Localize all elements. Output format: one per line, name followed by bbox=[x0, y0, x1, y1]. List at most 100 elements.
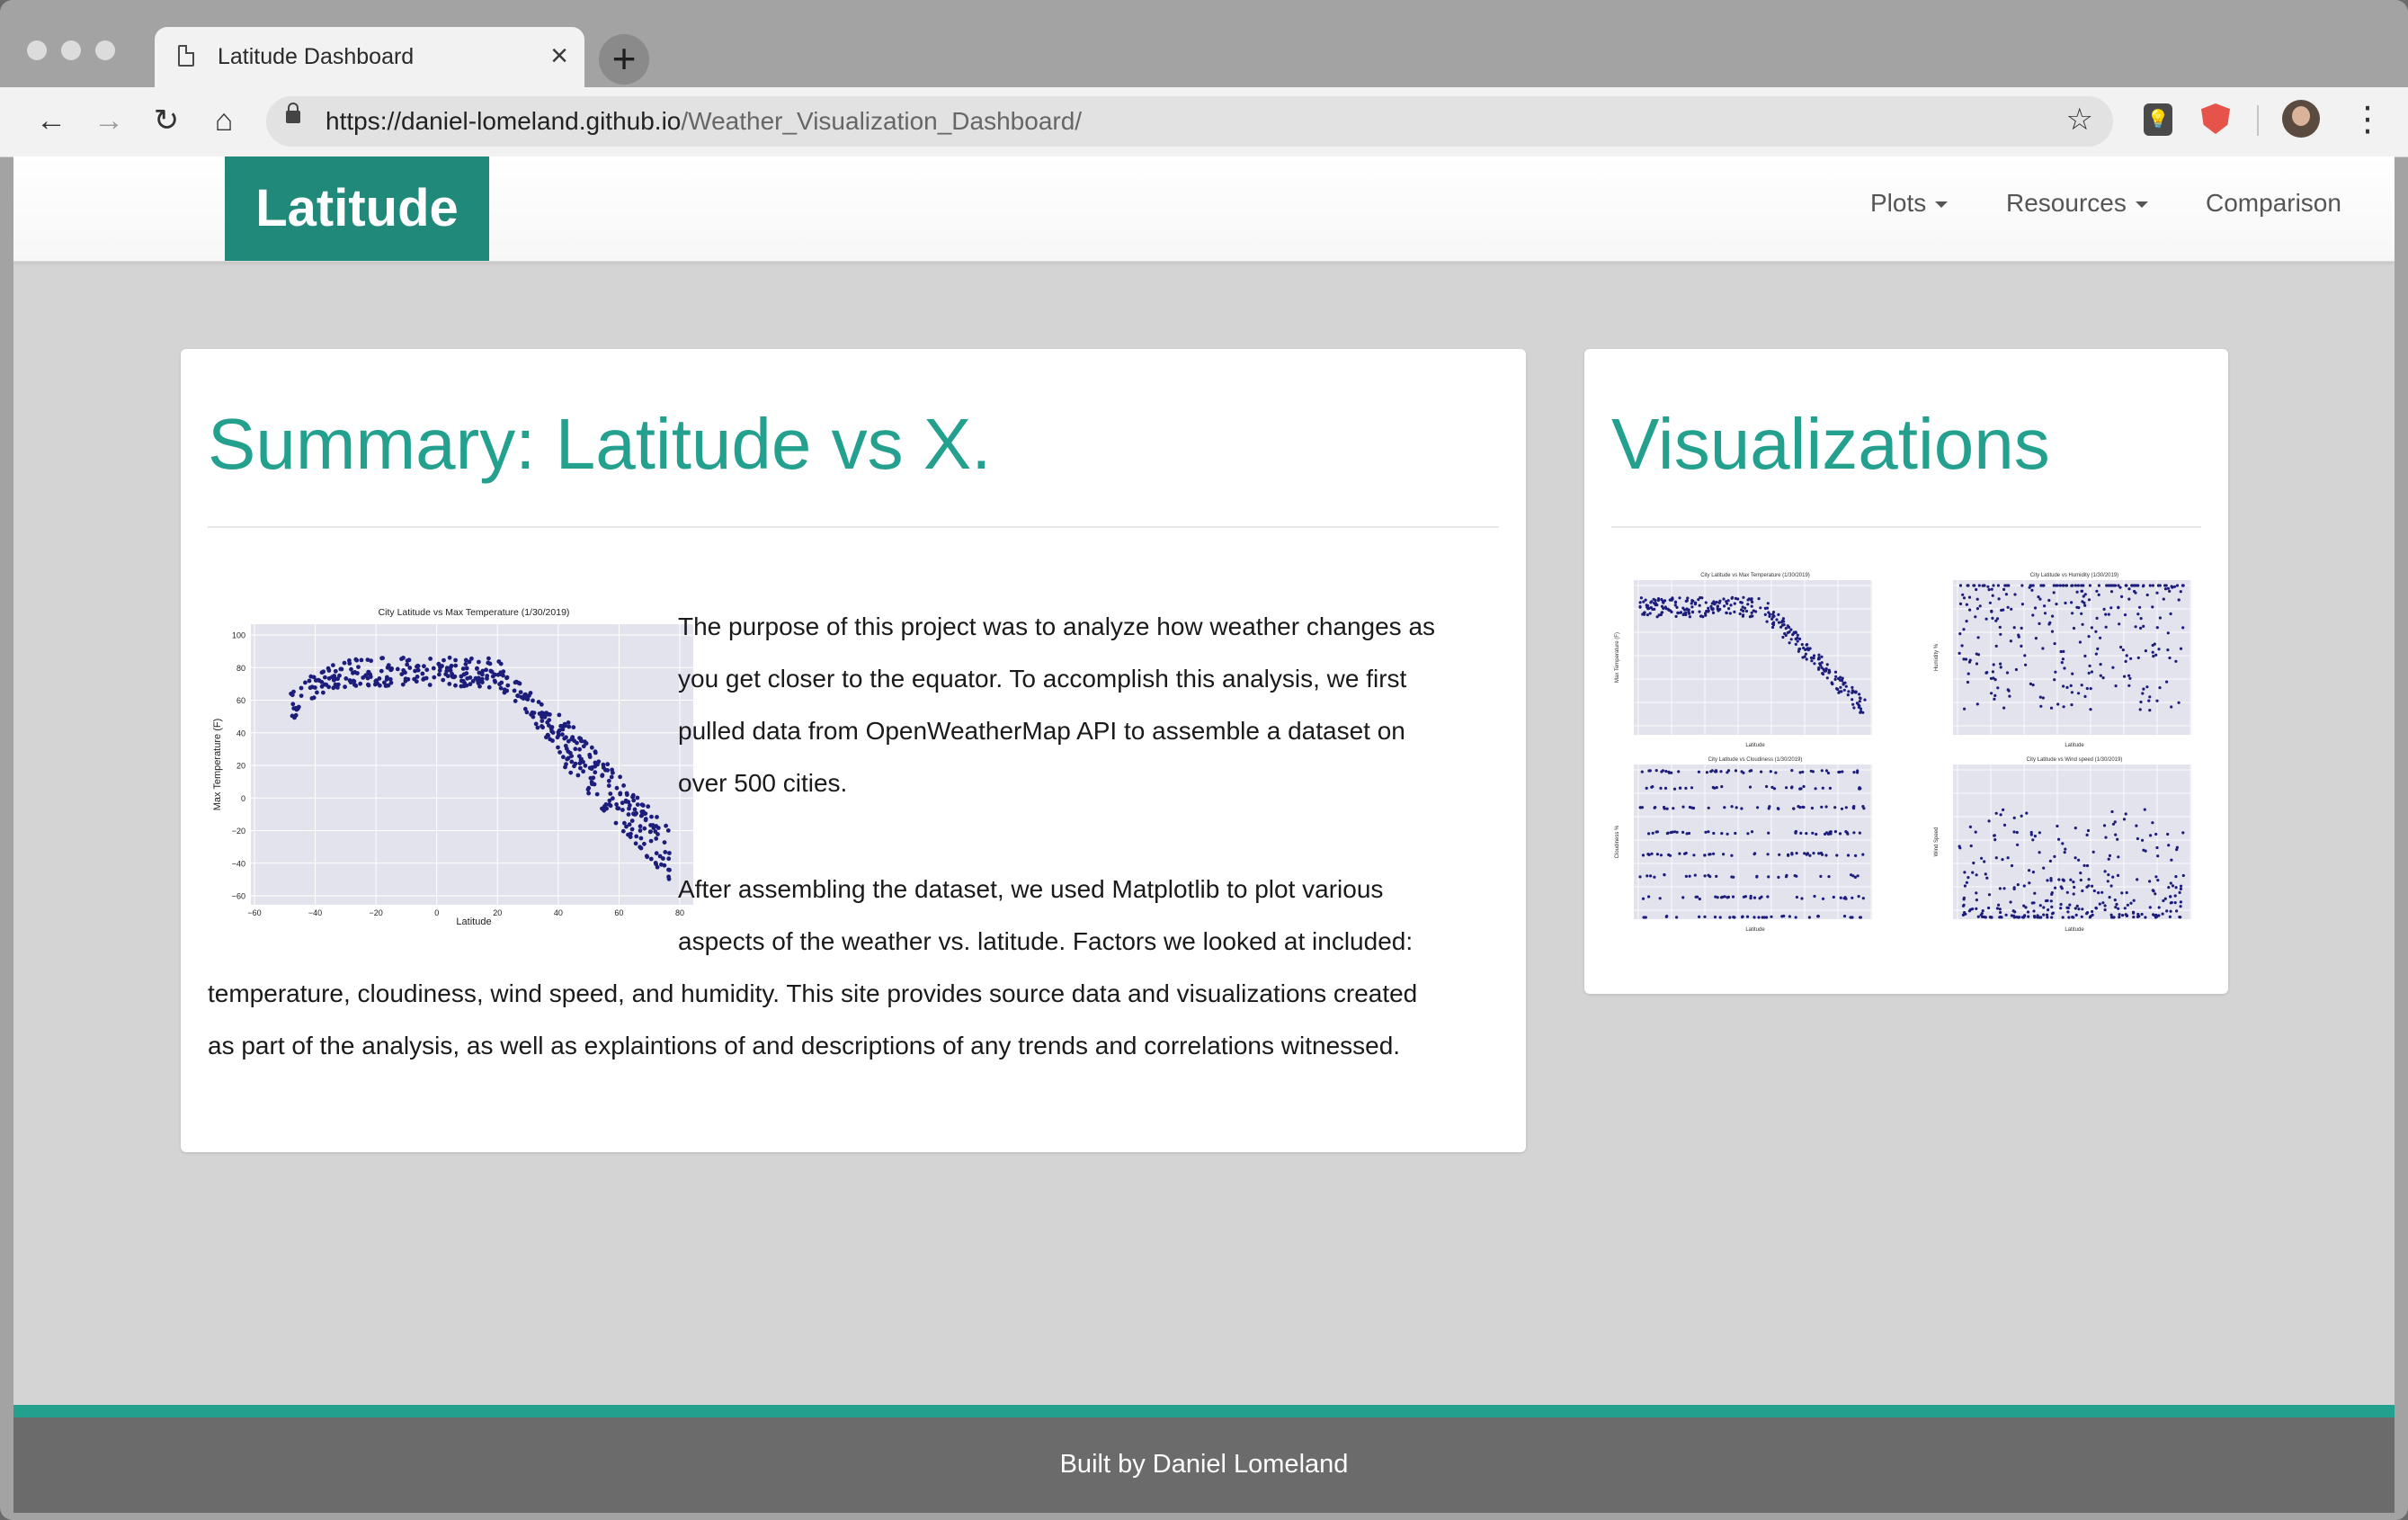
scatter-point bbox=[1732, 916, 1735, 919]
scatter-point bbox=[1851, 698, 1854, 702]
scatter-point bbox=[1963, 871, 1967, 874]
x-tick-label: −20 bbox=[370, 908, 383, 917]
scatter-point bbox=[2050, 905, 2054, 908]
scatter-point bbox=[2062, 879, 2065, 882]
scatter-point bbox=[1858, 787, 1861, 791]
scatter-point bbox=[450, 675, 455, 679]
scatter-point bbox=[1707, 806, 1710, 809]
scatter-point bbox=[1787, 853, 1790, 856]
scatter-point bbox=[593, 749, 598, 755]
scatter-point bbox=[1713, 603, 1717, 606]
nav-plots-dropdown[interactable]: Plots bbox=[1870, 189, 1949, 218]
scatter-point bbox=[1797, 805, 1800, 809]
scatter-point bbox=[2179, 884, 2183, 888]
scatter-point bbox=[1795, 895, 1798, 899]
address-bar[interactable]: https://daniel-lomeland.github.io/Weathe… bbox=[266, 96, 2113, 147]
url-text[interactable]: https://daniel-lomeland.github.io/Weathe… bbox=[326, 107, 1082, 136]
scatter-point bbox=[2067, 916, 2071, 919]
scatter-point bbox=[2013, 593, 2017, 596]
nav-resources-dropdown[interactable]: Resources bbox=[2006, 189, 2148, 218]
scatter-point bbox=[1784, 627, 1788, 630]
scatter-point bbox=[1988, 916, 1992, 919]
new-tab-button[interactable]: + bbox=[599, 34, 649, 85]
brand-logo[interactable]: Latitude bbox=[225, 156, 489, 261]
window-minimize-dot[interactable] bbox=[61, 40, 81, 60]
summary-paragraph-1: The purpose of this project was to analy… bbox=[678, 601, 1435, 809]
scatter-point bbox=[1638, 875, 1642, 879]
scatter-point bbox=[2118, 916, 2121, 919]
browser-menu-icon[interactable]: ⋮ bbox=[2350, 100, 2385, 139]
scatter-point bbox=[1811, 831, 1815, 835]
window-close-dot[interactable] bbox=[27, 40, 47, 60]
scatter-point bbox=[2031, 684, 2035, 687]
scatter-point bbox=[1844, 897, 1848, 900]
scatter-point bbox=[1971, 871, 1975, 874]
nav-comparison-link[interactable]: Comparison bbox=[2206, 189, 2341, 218]
reload-button[interactable]: ↻ bbox=[146, 100, 187, 141]
window-maximize-dot[interactable] bbox=[95, 40, 115, 60]
bookmark-star-icon[interactable]: ☆ bbox=[2066, 102, 2093, 138]
scatter-point bbox=[1796, 633, 1799, 637]
scatter-point bbox=[2070, 601, 2074, 604]
scatter-point bbox=[2087, 884, 2091, 888]
scatter-point bbox=[2056, 824, 2059, 828]
scatter-point bbox=[2076, 584, 2080, 587]
summary-heading: Summary: Latitude vs X. bbox=[208, 404, 992, 484]
scatter-point bbox=[1987, 893, 1992, 897]
home-button[interactable]: ⌂ bbox=[203, 100, 245, 141]
scatter-point bbox=[348, 680, 353, 685]
profile-avatar[interactable] bbox=[2282, 100, 2320, 138]
scatter-point bbox=[1997, 597, 2001, 601]
browser-window: Latitude Dashboard × + ← → ↻ ⌂ https://d… bbox=[0, 0, 2408, 1520]
scatter-point bbox=[2004, 593, 2008, 596]
footer-accent-line bbox=[13, 1405, 2395, 1417]
scatter-point bbox=[1817, 653, 1821, 657]
scatter-point bbox=[1741, 915, 1744, 918]
scatter-point bbox=[2134, 591, 2137, 595]
scatter-point bbox=[1965, 603, 1968, 606]
forward-button[interactable]: → bbox=[88, 100, 129, 141]
extension-bulb-icon[interactable]: 💡 bbox=[2144, 103, 2172, 136]
scatter-point bbox=[2006, 605, 2010, 609]
scatter-point bbox=[1654, 598, 1657, 603]
scatter-point bbox=[666, 867, 671, 872]
scatter-point bbox=[1670, 610, 1673, 613]
scatter-point bbox=[2094, 630, 2098, 633]
thumbnail-cloudiness[interactable]: City Latitude vs Cloudiness (1/30/2019) … bbox=[1611, 754, 1872, 934]
thumbnail-max-temp[interactable]: City Latitude vs Max Temperature (1/30/2… bbox=[1611, 569, 1872, 749]
scatter-point bbox=[2127, 684, 2131, 687]
scatter-point bbox=[2122, 818, 2127, 821]
thumbnail-humidity[interactable]: City Latitude vs Humidity (1/30/2019) La… bbox=[1931, 569, 2191, 749]
scatter-point bbox=[2060, 887, 2064, 890]
scatter-point bbox=[293, 712, 299, 718]
scatter-point bbox=[1851, 685, 1854, 689]
latitude-vs-max-temp-chart[interactable]: City Latitude vs Max Temperature (1/30/2… bbox=[208, 603, 693, 926]
scatter-point bbox=[343, 684, 347, 690]
scatter-point bbox=[1688, 615, 1691, 619]
close-tab-icon[interactable]: × bbox=[550, 38, 568, 74]
scatter-point bbox=[1678, 852, 1681, 855]
scatter-point bbox=[618, 791, 623, 796]
scatter-point bbox=[1992, 663, 1995, 666]
scatter-point bbox=[2155, 845, 2159, 850]
scatter-point bbox=[578, 765, 583, 771]
scatter-point bbox=[2009, 639, 2012, 643]
back-button[interactable]: ← bbox=[31, 100, 72, 141]
scatter-point bbox=[501, 673, 505, 678]
scatter-point bbox=[1994, 811, 1998, 815]
thumbnail-wind-speed[interactable]: City Latitude vs Wind speed (1/30/2019) … bbox=[1931, 754, 2191, 934]
scatter-point bbox=[2102, 824, 2107, 827]
scatter-point bbox=[2025, 811, 2029, 815]
scatter-point bbox=[1650, 852, 1654, 855]
scatter-point bbox=[2072, 626, 2076, 630]
scatter-point bbox=[1967, 584, 1970, 587]
scatter-point bbox=[2168, 915, 2172, 918]
text-line: aspects of the weather vs. latitude. Fac… bbox=[678, 927, 1414, 955]
scatter-point bbox=[1698, 604, 1701, 607]
scatter-point bbox=[1994, 644, 1998, 648]
scatter-point bbox=[1851, 896, 1854, 899]
extension-shield-icon[interactable] bbox=[2201, 103, 2230, 134]
scatter-point bbox=[2049, 899, 2053, 903]
browser-tab[interactable]: Latitude Dashboard × bbox=[155, 27, 584, 87]
scatter-point bbox=[464, 683, 469, 688]
